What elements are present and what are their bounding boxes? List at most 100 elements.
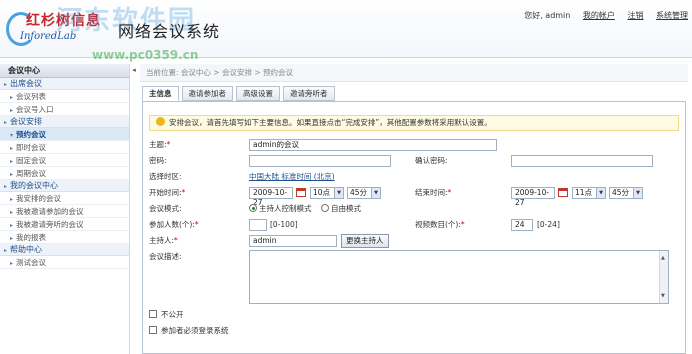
tab-bar: 主信息 邀请参加者 高级设置 邀请旁听者 (142, 86, 338, 102)
end-date-input[interactable]: 2009-10-27 (511, 187, 555, 207)
tab-advanced-settings[interactable]: 高级设置 (236, 86, 280, 101)
sidebar: 会议中心 ▸ 出席会议 ▸ 会议列表 ▸ 会议号入口 ▸ 会议安排 ▾ 预约会议 ▸ 即时会… (0, 64, 130, 354)
bullet-icon: ▸ (10, 94, 14, 101)
end-hour-select[interactable]: 11点 ▼ (572, 187, 606, 199)
not-public-checkbox[interactable]: 不公开 (149, 310, 184, 319)
sidebar-item-fixed-meeting[interactable]: ▸ 固定会议 (0, 154, 129, 167)
must-login-checkbox[interactable]: 参加者必须登录系统 (149, 326, 229, 335)
bullet-icon: ▸ (10, 171, 14, 178)
logout-link[interactable]: 注销 (627, 11, 643, 20)
sidebar-group-arrange[interactable]: ▸ 会议安排 (0, 116, 129, 128)
start-hour-select[interactable]: 10点 ▼ (310, 187, 344, 199)
sidebar-collapse-icon[interactable]: ◂ (130, 64, 138, 76)
subject-row: 主题:* admin的会议 (149, 138, 679, 152)
app-header: 红杉树信息 InforedLab 河东软件园 www.pc0359.cn 网络会… (0, 0, 692, 62)
radio-unselected-icon (321, 204, 329, 212)
host-input[interactable]: admin (249, 235, 337, 247)
notice-banner: 安排会议，请首先填写如下主要信息。如果直接点击“完成安排”，其他配置参数将采用默… (149, 115, 679, 131)
sidebar-item-periodic-meeting[interactable]: ▸ 周期会议 (0, 167, 129, 180)
host-label: 主持人:* (149, 236, 178, 245)
confirm-password-label: 确认密码: (415, 156, 448, 165)
timezone-label: 选择时区: (149, 172, 182, 181)
description-row: 会议描述: (149, 250, 679, 306)
system-title: 网络会议系统 (118, 22, 221, 41)
password-input[interactable] (249, 155, 391, 167)
sidebar-item-schedule-meeting[interactable]: ▾ 预约会议 (0, 128, 129, 141)
mode-free-radio[interactable]: 自由模式 (321, 202, 361, 216)
timezone-link[interactable]: 中国大陆 标准时间 (北京) (249, 170, 335, 184)
sidebar-item-meeting-number-entry[interactable]: ▸ 会议号入口 (0, 103, 129, 116)
subject-input[interactable]: admin的会议 (249, 139, 497, 151)
chevron-down-icon: ▼ (633, 188, 642, 198)
expand-arrow-icon: ▸ (4, 247, 8, 254)
site-watermark-url: www.pc0359.cn (92, 48, 199, 62)
sidebar-item-instant-meeting[interactable]: ▸ 即时会议 (0, 141, 129, 154)
expand-arrow-icon: ▸ (4, 183, 8, 190)
timezone-row: 选择时区: 中国大陆 标准时间 (北京) (149, 170, 679, 184)
greeting-text: 您好, admin (524, 11, 571, 20)
bullet-icon: ▸ (10, 196, 14, 203)
bullet-icon: ▸ (10, 222, 14, 229)
lightbulb-icon (156, 117, 165, 126)
start-minute-select[interactable]: 45分 ▼ (347, 187, 381, 199)
chevron-down-icon: ▼ (596, 188, 605, 198)
expand-arrow-icon: ▸ (4, 119, 8, 126)
radio-selected-icon (249, 204, 257, 212)
bullet-icon: ▸ (10, 107, 14, 114)
bullet-icon: ▸ (10, 235, 14, 242)
breadcrumb: 当前位置: 会议中心 > 会议安排 > 预约会议 (140, 64, 688, 82)
host-row: 主持人:* admin 更换主持人 (149, 234, 679, 248)
must-login-row: 参加者必须登录系统 (149, 324, 449, 338)
bullet-icon: ▸ (10, 260, 14, 267)
attendees-input[interactable] (249, 219, 267, 231)
sidebar-group-help[interactable]: ▸ 帮助中心 (0, 244, 129, 256)
change-host-button[interactable]: 更换主持人 (341, 234, 389, 248)
sidebar-item-my-reports[interactable]: ▸ 我的报表 (0, 231, 129, 244)
checkbox-icon (149, 326, 157, 334)
video-count-input[interactable]: 24 (511, 219, 533, 231)
end-time-label: 结束时间:* (415, 188, 452, 197)
expanded-arrow-icon: ▾ (10, 132, 14, 139)
mode-host-control-radio[interactable]: 主持人控制模式 (249, 202, 312, 216)
system-admin-link[interactable]: 系统管理 (656, 11, 688, 20)
video-count-label: 视频数目(个):* (415, 220, 465, 229)
description-label: 会议描述: (149, 252, 182, 261)
tab-main-info[interactable]: 主信息 (142, 86, 179, 101)
sidebar-item-my-arranged[interactable]: ▸ 我安排的会议 (0, 192, 129, 205)
expand-arrow-icon: ▸ (4, 81, 8, 88)
tab-invite-participants[interactable]: 邀请参加者 (181, 86, 233, 101)
textarea-scrollbar[interactable] (659, 251, 668, 303)
sidebar-item-invited-audit[interactable]: ▸ 我被邀请旁听的会议 (0, 218, 129, 231)
my-account-link[interactable]: 我的帐户 (583, 11, 615, 20)
main-content: 当前位置: 会议中心 > 会议安排 > 预约会议 主信息 邀请参加者 高级设置 … (140, 64, 688, 354)
bullet-icon: ▸ (10, 209, 14, 216)
top-links: 您好, admin 我的帐户 注销 系统管理 (514, 10, 688, 21)
chevron-down-icon: ▼ (371, 188, 380, 198)
video-count-range: [0-24] (537, 220, 560, 229)
bullet-icon: ▸ (10, 158, 14, 165)
subject-label: 主题:* (149, 140, 171, 149)
sidebar-section-title: 会议中心 (0, 64, 129, 78)
attendees-range: [0-100] (270, 220, 298, 229)
sidebar-group-attend[interactable]: ▸ 出席会议 (0, 78, 129, 90)
sidebar-item-meeting-list[interactable]: ▸ 会议列表 (0, 90, 129, 103)
confirm-password-input[interactable] (511, 155, 653, 167)
notice-text: 安排会议，请首先填写如下主要信息。如果直接点击“完成安排”，其他配置参数将采用默… (169, 118, 492, 127)
mode-row: 会议模式: 主持人控制模式 自由模式 (149, 202, 679, 216)
password-label: 密码: (149, 156, 167, 165)
not-public-row: 不公开 (149, 308, 449, 322)
sidebar-item-invited-attend[interactable]: ▸ 我被邀请参加的会议 (0, 205, 129, 218)
form-panel: 安排会议，请首先填写如下主要信息。如果直接点击“完成安排”，其他配置参数将采用默… (142, 101, 686, 354)
start-time-label: 开始时间:* (149, 188, 186, 197)
bullet-icon: ▸ (10, 145, 14, 152)
calendar-icon[interactable] (558, 188, 568, 197)
description-textarea[interactable] (249, 250, 669, 304)
sidebar-item-test-meeting[interactable]: ▸ 测试会议 (0, 256, 129, 269)
tab-invite-auditors[interactable]: 邀请旁听者 (283, 86, 335, 101)
start-date-input[interactable]: 2009-10-27 (249, 187, 293, 207)
calendar-icon[interactable] (296, 188, 306, 197)
password-row: 密码: 确认密码: (149, 154, 679, 168)
sidebar-group-my-center[interactable]: ▸ 我的会议中心 (0, 180, 129, 192)
end-minute-select[interactable]: 45分 ▼ (609, 187, 643, 199)
count-row: 参加人数(个):* [0-100] 视频数目(个):* 24 [0-24] (149, 218, 679, 232)
